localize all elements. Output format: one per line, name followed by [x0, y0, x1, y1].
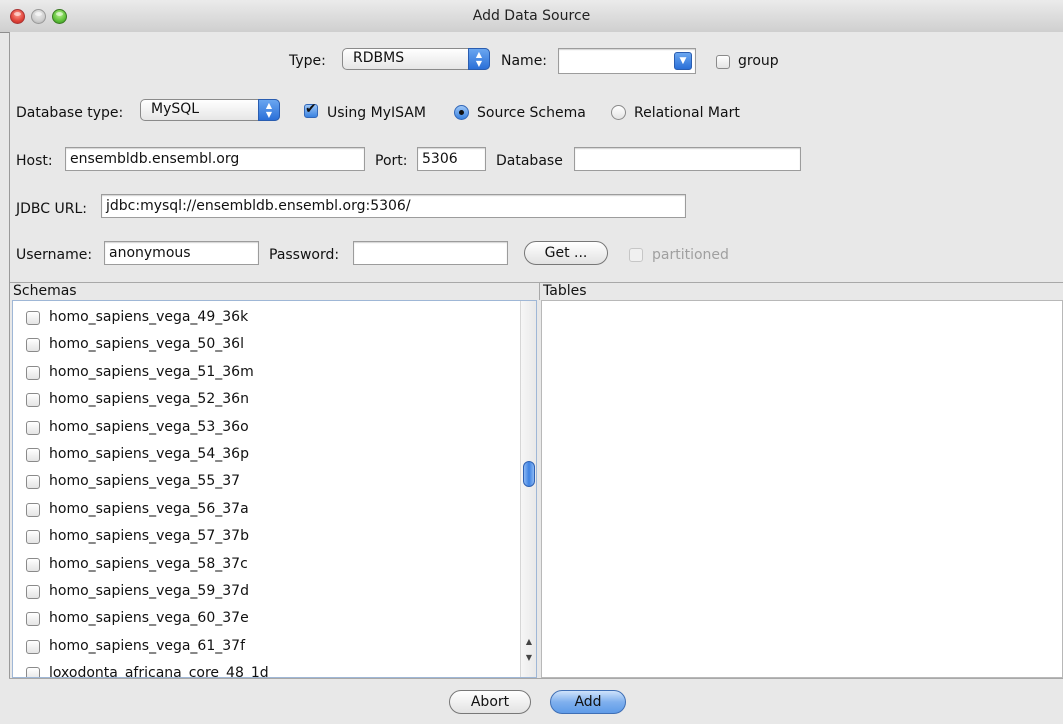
- partitioned-checkbox[interactable]: [629, 248, 643, 262]
- database-type-value: MySQL: [151, 101, 200, 117]
- scroll-down-arrow-icon[interactable]: ▼: [521, 651, 536, 665]
- port-label: Port:: [375, 153, 408, 169]
- schema-name: homo_sapiens_vega_50_36l: [49, 336, 244, 353]
- schema-checkbox[interactable]: [26, 557, 40, 572]
- scrollbar-thumb[interactable]: [523, 461, 535, 487]
- schema-checkbox[interactable]: [26, 585, 40, 599]
- schema-row[interactable]: homo_sapiens_vega_53_36o: [13, 415, 536, 442]
- schema-row[interactable]: loxodonta_africana_core_48_1d: [13, 661, 536, 678]
- username-label: Username:: [16, 247, 93, 263]
- updown-arrows-icon: ▲ ▼: [468, 48, 490, 70]
- schema-row[interactable]: homo_sapiens_vega_56_37a: [13, 497, 536, 524]
- schema-row[interactable]: homo_sapiens_vega_60_37e: [13, 606, 536, 633]
- schemas-header: Schemas: [10, 282, 540, 300]
- name-combobox[interactable]: ▼: [558, 48, 696, 74]
- relational-mart-label: Relational Mart: [634, 105, 740, 121]
- schema-row[interactable]: homo_sapiens_vega_52_36n: [13, 387, 536, 414]
- schema-name: loxodonta_africana_core_48_1d: [49, 665, 269, 678]
- schema-checkbox[interactable]: [26, 612, 40, 627]
- schema-row[interactable]: homo_sapiens_vega_55_37: [13, 469, 536, 496]
- schema-row[interactable]: homo_sapiens_vega_49_36k: [13, 305, 536, 332]
- tables-list[interactable]: [541, 300, 1063, 678]
- schema-checkbox[interactable]: [26, 639, 40, 654]
- schema-row[interactable]: homo_sapiens_vega_51_36m: [13, 360, 536, 387]
- type-select-value: RDBMS: [353, 50, 405, 66]
- host-field[interactable]: ensembldb.ensembl.org: [65, 147, 365, 171]
- schema-row[interactable]: homo_sapiens_vega_50_36l: [13, 332, 536, 359]
- schema-checkbox[interactable]: [26, 530, 40, 545]
- schema-name: homo_sapiens_vega_57_37b: [49, 528, 249, 545]
- add-button[interactable]: Add: [550, 690, 626, 714]
- schema-row[interactable]: homo_sapiens_vega_61_37f: [13, 634, 536, 661]
- schema-checkbox[interactable]: [26, 338, 40, 353]
- schema-name: homo_sapiens_vega_53_36o: [49, 418, 249, 435]
- schema-row[interactable]: homo_sapiens_vega_58_37c: [13, 552, 536, 579]
- database-field[interactable]: [574, 147, 801, 171]
- schema-name: homo_sapiens_vega_56_37a: [49, 500, 249, 517]
- database-type-select[interactable]: MySQL ▲ ▼: [140, 99, 280, 121]
- title-bar: Add Data Source: [0, 0, 1063, 33]
- jdbc-url-label: JDBC URL:: [16, 201, 87, 217]
- schema-checkbox[interactable]: [26, 393, 40, 408]
- schema-name: homo_sapiens_vega_61_37f: [49, 637, 245, 654]
- chevron-down-icon: ▼: [674, 52, 692, 70]
- schema-name: homo_sapiens_vega_60_37e: [49, 610, 249, 627]
- schema-row[interactable]: homo_sapiens_vega_59_37d: [13, 579, 536, 606]
- schemas-scrollbar[interactable]: ▲ ▼: [520, 301, 536, 677]
- host-label: Host:: [16, 153, 53, 169]
- schema-name: homo_sapiens_vega_59_37d: [49, 583, 249, 599]
- schema-name: homo_sapiens_vega_49_36k: [49, 309, 249, 325]
- password-field[interactable]: [353, 241, 508, 265]
- schema-checkbox[interactable]: [26, 502, 40, 517]
- username-field[interactable]: anonymous: [104, 241, 259, 265]
- relational-mart-radio[interactable]: [611, 105, 626, 120]
- database-label: Database: [496, 153, 563, 169]
- group-label: group: [738, 53, 779, 69]
- group-checkbox[interactable]: [716, 55, 730, 69]
- scroll-up-arrow-icon[interactable]: ▲: [521, 635, 536, 649]
- type-label: Type:: [289, 53, 326, 69]
- source-schema-radio[interactable]: [454, 105, 469, 120]
- using-myisam-label: Using MyISAM: [327, 105, 426, 121]
- abort-button[interactable]: Abort: [449, 690, 531, 714]
- schema-row[interactable]: homo_sapiens_vega_57_37b: [13, 524, 536, 551]
- updown-arrows-icon: ▲ ▼: [258, 99, 280, 121]
- schemas-list[interactable]: homo_sapiens_vega_49_36k homo_sapiens_veg…: [12, 300, 537, 678]
- get-button[interactable]: Get ...: [524, 241, 608, 265]
- password-label: Password:: [269, 247, 340, 263]
- window-title: Add Data Source: [472, 8, 591, 24]
- schema-checkbox[interactable]: [26, 667, 40, 677]
- schema-checkbox[interactable]: [26, 420, 40, 435]
- source-schema-label: Source Schema: [477, 105, 586, 121]
- schema-checkbox[interactable]: [26, 365, 40, 380]
- partitioned-label: partitioned: [652, 247, 729, 263]
- schema-checkbox[interactable]: [26, 448, 40, 462]
- schema-name: homo_sapiens_vega_54_36p: [49, 446, 249, 462]
- schema-row[interactable]: homo_sapiens_vega_54_36p: [13, 442, 536, 469]
- button-bar: [9, 678, 1063, 724]
- database-type-label: Database type:: [16, 105, 124, 121]
- tables-header: Tables: [539, 282, 1063, 300]
- name-label: Name:: [501, 53, 548, 69]
- type-select[interactable]: RDBMS ▲ ▼: [342, 48, 490, 70]
- schema-name: homo_sapiens_vega_51_36m: [49, 363, 254, 380]
- schema-checkbox[interactable]: [26, 311, 40, 325]
- jdbc-url-field[interactable]: jdbc:mysql://ensembldb.ensembl.org:5306/: [101, 194, 686, 218]
- schema-checkbox[interactable]: [26, 475, 40, 490]
- schema-name: homo_sapiens_vega_58_37c: [49, 555, 248, 572]
- using-myisam-checkbox[interactable]: [304, 101, 318, 118]
- schema-name: homo_sapiens_vega_52_36n: [49, 391, 249, 408]
- port-field[interactable]: 5306: [417, 147, 486, 171]
- schema-name: homo_sapiens_vega_55_37: [49, 473, 241, 490]
